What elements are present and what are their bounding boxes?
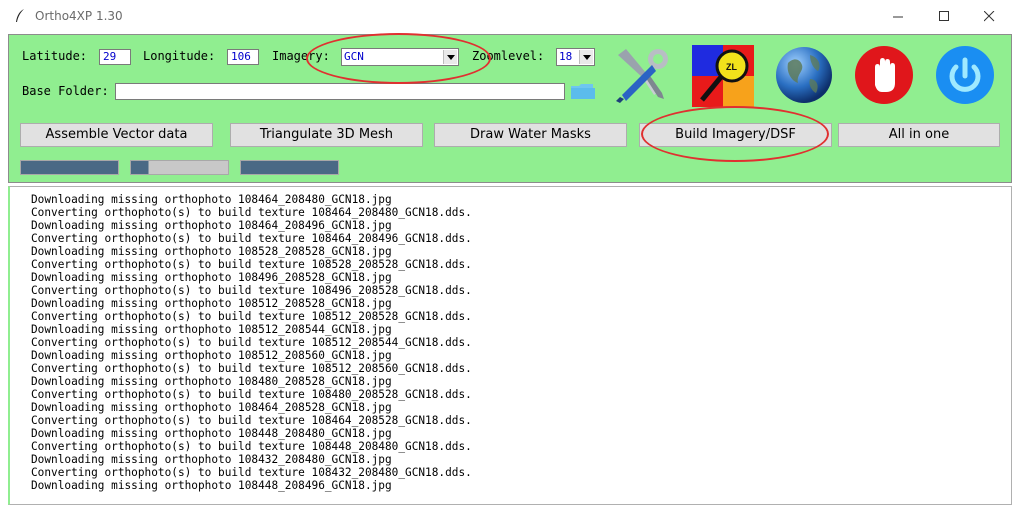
chevron-down-icon[interactable] — [579, 50, 593, 64]
log-line: Downloading missing orthophoto 108496_20… — [31, 271, 392, 284]
console-log[interactable]: Downloading missing orthophoto 108464_20… — [8, 186, 1012, 505]
log-line: Downloading missing orthophoto 108480_20… — [31, 375, 392, 388]
latitude-label: Latitude: — [22, 49, 88, 63]
progress-bar-vector — [20, 160, 119, 175]
highlight-ellipse-build — [641, 106, 829, 162]
feather-icon — [16, 9, 24, 22]
close-icon — [984, 11, 995, 22]
log-line: Downloading missing orthophoto 108448_20… — [31, 427, 392, 440]
zl-badge: ZL — [726, 62, 737, 72]
log-line: Converting orthophoto(s) to build textur… — [31, 284, 472, 297]
control-panel: Latitude: 29 Longitude: 106 Imagery: GCN… — [8, 33, 1012, 183]
log-line: Converting orthophoto(s) to build textur… — [31, 362, 472, 375]
minimize-button[interactable] — [876, 0, 922, 33]
tools-icon[interactable] — [612, 45, 672, 105]
log-line: Downloading missing orthophoto 108528_20… — [31, 245, 392, 258]
power-icon[interactable] — [935, 45, 995, 105]
log-line: Converting orthophoto(s) to build textur… — [31, 388, 472, 401]
zoomlevel-map-icon[interactable]: ZL — [692, 45, 754, 107]
log-line: Downloading missing orthophoto 108448_20… — [31, 479, 392, 492]
longitude-input[interactable]: 106 — [227, 49, 259, 65]
triangulate-mesh-button[interactable]: Triangulate 3D Mesh — [230, 123, 423, 147]
progress-bar-imagery — [240, 160, 339, 175]
zoomlevel-select[interactable]: 18 — [556, 48, 595, 66]
log-line: Converting orthophoto(s) to build textur… — [31, 440, 472, 453]
all-in-one-button[interactable]: All in one — [838, 123, 1000, 147]
log-line: Converting orthophoto(s) to build textur… — [31, 336, 472, 349]
log-line: Downloading missing orthophoto 108464_20… — [31, 193, 392, 206]
zoomlevel-value: 18 — [559, 50, 573, 63]
base-folder-label: Base Folder: — [22, 84, 109, 98]
log-line: Downloading missing orthophoto 108512_20… — [31, 297, 392, 310]
log-line: Converting orthophoto(s) to build textur… — [31, 258, 472, 271]
assemble-vector-button[interactable]: Assemble Vector data — [20, 123, 213, 147]
log-line: Downloading missing orthophoto 108512_20… — [31, 349, 392, 362]
window-title: Ortho4XP 1.30 — [35, 9, 123, 23]
maximize-icon — [939, 11, 949, 21]
log-lines: Downloading missing orthophoto 108464_20… — [31, 193, 472, 492]
close-button[interactable] — [967, 0, 1013, 33]
log-line: Converting orthophoto(s) to build textur… — [31, 232, 472, 245]
log-line: Downloading missing orthophoto 108464_20… — [31, 219, 392, 232]
highlight-ellipse-imagery — [306, 33, 491, 84]
minimize-icon — [893, 16, 903, 18]
stop-hand-icon[interactable] — [854, 45, 914, 105]
base-folder-input[interactable] — [115, 83, 565, 100]
log-line: Downloading missing orthophoto 108464_20… — [31, 401, 392, 414]
maximize-button[interactable] — [922, 0, 968, 33]
progress-bar-mesh — [130, 160, 229, 175]
globe-icon[interactable] — [774, 45, 834, 105]
log-line: Downloading missing orthophoto 108432_20… — [31, 453, 392, 466]
draw-water-masks-button[interactable]: Draw Water Masks — [434, 123, 627, 147]
log-line: Converting orthophoto(s) to build textur… — [31, 310, 472, 323]
log-line: Converting orthophoto(s) to build textur… — [31, 414, 472, 427]
title-bar: Ortho4XP 1.30 — [0, 0, 1013, 33]
folder-icon[interactable] — [571, 83, 595, 100]
longitude-label: Longitude: — [143, 49, 216, 63]
log-line: Downloading missing orthophoto 108512_20… — [31, 323, 392, 336]
latitude-input[interactable]: 29 — [99, 49, 131, 65]
log-line: Converting orthophoto(s) to build textur… — [31, 466, 472, 479]
log-line: Converting orthophoto(s) to build textur… — [31, 206, 472, 219]
